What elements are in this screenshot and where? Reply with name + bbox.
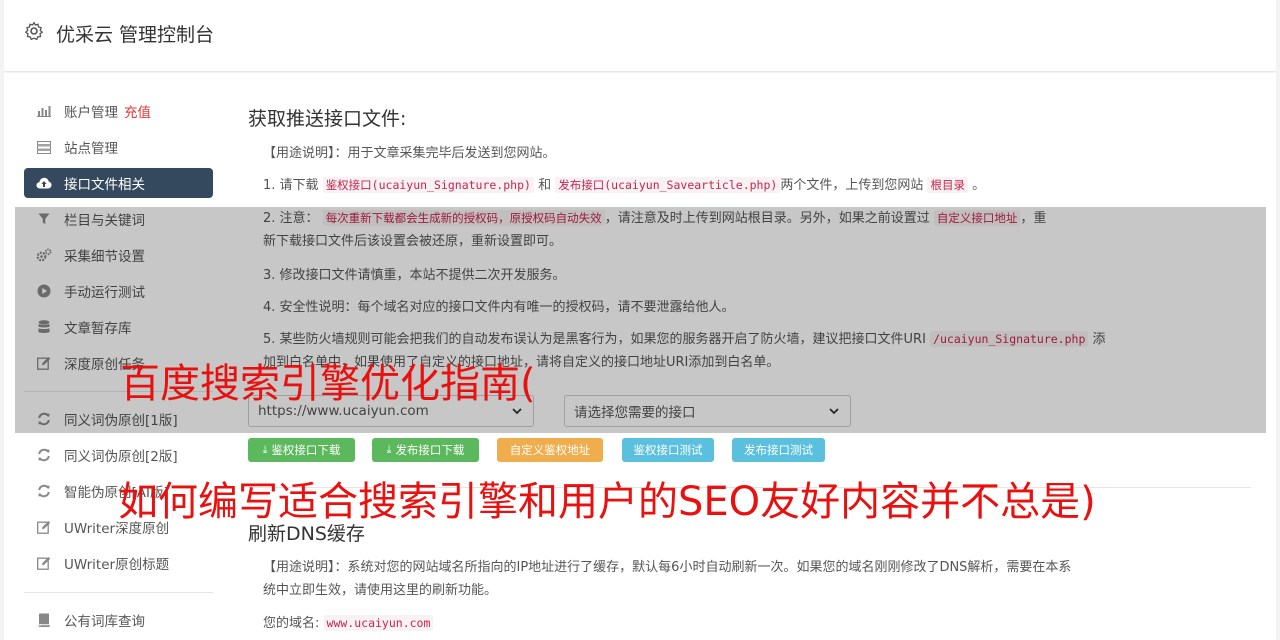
root-dir-code: 根目录 [927, 177, 968, 193]
bar-chart-icon [36, 103, 52, 119]
top-bar: 优采云 管理控制台 [4, 0, 1276, 72]
instruction-1: 1. 请下载 鉴权接口(ucaiyun_Signature.php) 和 发布接… [263, 177, 986, 193]
sidebar-item-label: 公有词库查询 [64, 614, 145, 630]
sidebar-item-label: 站点管理 [64, 141, 118, 157]
edit-icon [36, 519, 52, 535]
cloud-upload-icon [36, 175, 52, 191]
sidebar-item-sites[interactable]: 站点管理 [24, 132, 213, 162]
signature-test-button[interactable]: 鉴权接口测试 [622, 438, 714, 462]
page-title: 优采云 管理控制台 [56, 24, 215, 46]
refresh-icon [36, 483, 52, 499]
domain-row: 您的域名: www.ucaiyun.com [263, 612, 434, 635]
refresh-icon [36, 447, 52, 463]
publish-download-button[interactable]: ⤓ 发布接口下载 [372, 438, 479, 462]
publish-test-button[interactable]: 发布接口测试 [732, 438, 825, 462]
sidebar-item-account[interactable]: 账户管理 充值 [24, 96, 213, 126]
sidebar-item-api-files[interactable]: 接口文件相关 [24, 168, 213, 198]
custom-signature-button[interactable]: 自定义鉴权地址 [497, 438, 603, 462]
section-title-push-api: 获取推送接口文件: [248, 108, 407, 130]
sidebar-item-label: 接口文件相关 [64, 177, 145, 193]
overlay-headline-line1: 百度搜索引擎优化指南( [120, 361, 536, 407]
publish-api-code: 发布接口(ucaiyun_Savearticle.php) [555, 177, 781, 193]
overlay-headline-line2: 如何编写适合搜索引擎和用户的SEO友好内容并不总是) [118, 479, 1096, 525]
domain-label: 您的域名: [263, 616, 320, 631]
domain-value: www.ucaiyun.com [323, 615, 434, 631]
download-icon: ⤓ [262, 443, 268, 456]
dns-usage-note: 【用途说明】：系统对您的网站域名所指向的IP地址进行了缓存，默认每6小时自动刷新… [263, 560, 1072, 598]
usage-note: 【用途说明】：用于文章采集完毕后发送到您网站。 [263, 146, 556, 161]
server-icon [36, 139, 52, 155]
gear-icon [25, 21, 43, 41]
signature-api-code: 鉴权接口(ucaiyun_Signature.php) [322, 177, 534, 193]
sidebar-item-label: 账户管理 [64, 105, 118, 121]
signature-download-button[interactable]: ⤓ 鉴权接口下载 [248, 438, 355, 462]
sidebar-item-public-lexicon[interactable]: 公有词库查询 [24, 605, 213, 635]
sidebar-item-synonym-v2[interactable]: 同义词伪原创[2版] [24, 440, 213, 470]
sidebar-item-uwriter-title[interactable]: UWriter原创标题 [24, 548, 213, 578]
sidebar-item-label: UWriter原创标题 [64, 557, 170, 573]
book-icon [36, 612, 52, 628]
sidebar-item-label: 同义词伪原创[2版] [64, 449, 178, 465]
sidebar-divider [24, 592, 213, 593]
download-icon: ⤓ [386, 443, 392, 456]
recharge-link[interactable]: 充值 [124, 101, 151, 121]
edit-icon [36, 555, 52, 571]
